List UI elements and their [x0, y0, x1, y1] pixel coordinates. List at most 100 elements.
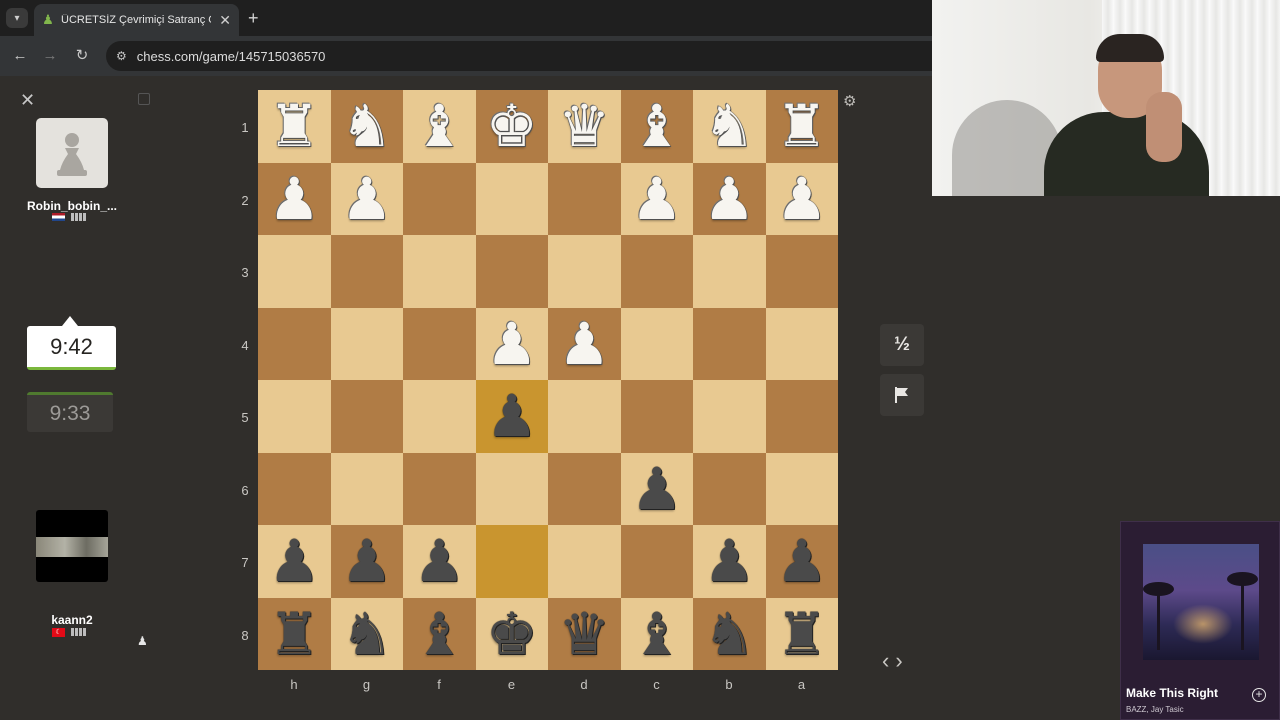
square-g2[interactable]: ♟ [330, 162, 403, 235]
square-b6[interactable] [693, 452, 766, 525]
square-h2[interactable]: ♟ [258, 162, 331, 235]
new-tab-button[interactable]: + [248, 8, 259, 28]
square-e5[interactable]: ♟ [475, 380, 548, 453]
chess-board[interactable]: ♜ ♞ ♝ ♚ ♛ ♝ ♞ ♜ ♟ ♟ ♟ ♟ ♟ ♟ ♟ ♟ ♟ ♟ ♟ ♟ ♟ ♟ ♜ ♞ ♝ ♚ ♛ ♝ ♞ ♜ [258, 90, 838, 670]
square-h7[interactable]: ♟ [258, 525, 331, 598]
square-f1[interactable]: ♝ [403, 90, 476, 163]
white-pawn-icon[interactable]: ♟ [341, 170, 393, 228]
square-e1[interactable]: ♚ [475, 90, 548, 163]
black-knight-icon[interactable]: ♞ [341, 605, 393, 663]
black-knight-icon[interactable]: ♞ [703, 605, 755, 663]
square-e3[interactable] [475, 235, 548, 308]
square-a3[interactable] [765, 235, 838, 308]
square-f3[interactable] [403, 235, 476, 308]
square-g6[interactable] [330, 452, 403, 525]
square-b4[interactable] [693, 307, 766, 380]
square-a6[interactable] [765, 452, 838, 525]
square-c1[interactable]: ♝ [620, 90, 693, 163]
next-move-button[interactable]: › [895, 648, 908, 673]
resign-button[interactable] [880, 374, 924, 416]
square-h6[interactable] [258, 452, 331, 525]
square-h5[interactable] [258, 380, 331, 453]
close-icon[interactable]: ✕ [20, 90, 35, 110]
square-b1[interactable]: ♞ [693, 90, 766, 163]
white-king-icon[interactable]: ♚ [486, 97, 538, 155]
square-h3[interactable] [258, 235, 331, 308]
white-knight-icon[interactable]: ♞ [703, 97, 755, 155]
black-pawn-icon[interactable]: ♟ [486, 387, 538, 445]
square-c8[interactable]: ♝ [620, 597, 693, 670]
square-b5[interactable] [693, 380, 766, 453]
square-e2[interactable] [475, 162, 548, 235]
square-d6[interactable] [548, 452, 621, 525]
square-a4[interactable] [765, 307, 838, 380]
white-bishop-icon[interactable]: ♝ [631, 97, 683, 155]
black-bishop-icon[interactable]: ♝ [413, 605, 465, 663]
square-f8[interactable]: ♝ [403, 597, 476, 670]
square-d1[interactable]: ♛ [548, 90, 621, 163]
square-g4[interactable] [330, 307, 403, 380]
square-c5[interactable] [620, 380, 693, 453]
avatar[interactable] [36, 118, 108, 188]
square-f5[interactable] [403, 380, 476, 453]
player-top-username[interactable]: Robin_bobin_... [22, 199, 122, 213]
white-pawn-icon[interactable]: ♟ [703, 170, 755, 228]
gear-icon[interactable]: ⚙ [843, 92, 856, 110]
square-h1[interactable]: ♜ [258, 90, 331, 163]
white-pawn-icon[interactable]: ♟ [558, 315, 610, 373]
black-pawn-icon[interactable]: ♟ [268, 532, 320, 590]
site-info-icon[interactable]: ⚙ [116, 49, 127, 63]
browser-tab[interactable]: ♟ ÜCRETSİZ Çevrimiçi Satranç Oy ✕ [34, 4, 239, 36]
square-b8[interactable]: ♞ [693, 597, 766, 670]
square-g7[interactable]: ♟ [330, 525, 403, 598]
forward-icon[interactable]: → [40, 46, 60, 66]
square-h8[interactable]: ♜ [258, 597, 331, 670]
square-a1[interactable]: ♜ [765, 90, 838, 163]
square-e7[interactable] [475, 525, 548, 598]
black-pawn-icon[interactable]: ♟ [631, 460, 683, 518]
black-rook-icon[interactable]: ♜ [268, 605, 320, 663]
square-b3[interactable] [693, 235, 766, 308]
white-pawn-icon[interactable]: ♟ [631, 170, 683, 228]
back-icon[interactable]: ← [10, 46, 30, 66]
white-bishop-icon[interactable]: ♝ [413, 97, 465, 155]
square-e6[interactable] [475, 452, 548, 525]
user-icon[interactable]: ♟ [137, 634, 148, 648]
black-pawn-icon[interactable]: ♟ [413, 532, 465, 590]
white-pawn-icon[interactable]: ♟ [776, 170, 828, 228]
white-pawn-icon[interactable]: ♟ [268, 170, 320, 228]
square-b2[interactable]: ♟ [693, 162, 766, 235]
square-d5[interactable] [548, 380, 621, 453]
black-king-icon[interactable]: ♚ [486, 605, 538, 663]
square-a5[interactable] [765, 380, 838, 453]
square-d7[interactable] [548, 525, 621, 598]
close-tab-icon[interactable]: ✕ [219, 12, 231, 29]
plus-circle-icon[interactable]: + [1252, 688, 1266, 702]
address-bar[interactable]: ⚙ chess.com/game/145715036570 [106, 41, 932, 71]
black-rook-icon[interactable]: ♜ [776, 605, 828, 663]
square-f7[interactable]: ♟ [403, 525, 476, 598]
square-a7[interactable]: ♟ [765, 525, 838, 598]
square-c4[interactable] [620, 307, 693, 380]
square-f2[interactable] [403, 162, 476, 235]
square-f6[interactable] [403, 452, 476, 525]
lock-icon[interactable] [138, 93, 150, 105]
white-pawn-icon[interactable]: ♟ [486, 315, 538, 373]
square-d4[interactable]: ♟ [548, 307, 621, 380]
black-pawn-icon[interactable]: ♟ [776, 532, 828, 590]
square-a8[interactable]: ♜ [765, 597, 838, 670]
square-b7[interactable]: ♟ [693, 525, 766, 598]
black-queen-icon[interactable]: ♛ [558, 605, 610, 663]
square-f4[interactable] [403, 307, 476, 380]
previous-move-button[interactable]: ‹ [882, 648, 895, 673]
black-pawn-icon[interactable]: ♟ [703, 532, 755, 590]
square-d2[interactable] [548, 162, 621, 235]
reload-icon[interactable]: ↻ [72, 46, 92, 66]
white-rook-icon[interactable]: ♜ [268, 97, 320, 155]
player-bottom-username[interactable]: kaann2 [22, 613, 122, 627]
square-d3[interactable] [548, 235, 621, 308]
square-c6[interactable]: ♟ [620, 452, 693, 525]
black-pawn-icon[interactable]: ♟ [341, 532, 393, 590]
white-rook-icon[interactable]: ♜ [776, 97, 828, 155]
square-g8[interactable]: ♞ [330, 597, 403, 670]
